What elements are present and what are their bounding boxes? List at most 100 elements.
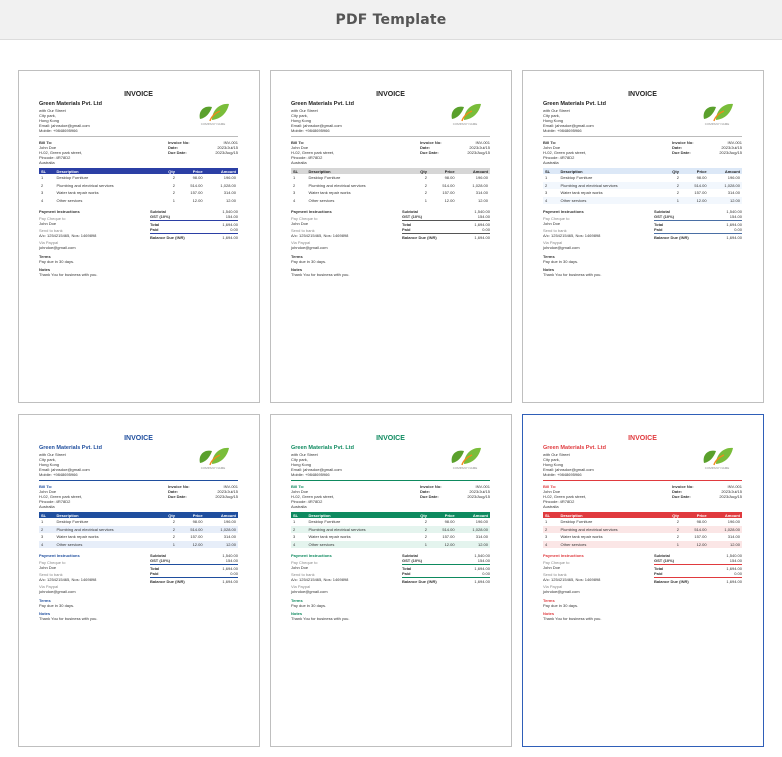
table-row: 1 Desktop Furniture 2 98.00 196.00 <box>291 174 490 182</box>
terms-notes: Terms Pay due in 30 days. Notes Thank Yo… <box>543 254 602 277</box>
payment-instructions: Payment Instructions Pay Cheque to John … <box>543 209 601 250</box>
leaf-icon <box>451 447 481 466</box>
leaf-icon <box>703 103 733 122</box>
page-title: PDF Template <box>335 11 447 28</box>
table-row: 2 Plumbing and electrical services 2 514.00… <box>543 525 742 533</box>
table-row: 1 Desktop Furniture 2 98.00 196.00 <box>543 174 742 182</box>
table-row: 2 Plumbing and electrical services 2 514.00… <box>291 525 490 533</box>
template-grid: INVOICE Green Materials Pvt. Ltd with Ou… <box>18 70 764 747</box>
bill-to: Bill To: John Doe H-02, Green park stree… <box>543 140 587 165</box>
invoice-meta: Invoice No: INV-001 Date: 2023/Jul/15 Due … <box>420 484 490 499</box>
template-6-card[interactable]: INVOICE Green Materials Pvt. Ltd with Ou… <box>522 414 764 747</box>
company-logo: COMPANY NAME <box>446 443 484 473</box>
table-row: 3 Water tank repair works 2 157.00 314.00 <box>291 189 490 197</box>
logo-caption: COMPANY NAME <box>200 122 226 126</box>
table-row: 3 Water tank repair works 2 157.00 314.00 <box>543 189 742 197</box>
totals: Subtotal 1,540.00 GST (10%) 154.00 Total 1,… <box>150 209 238 240</box>
template-2-card[interactable]: INVOICE Green Materials Pvt. Ltd with Ou… <box>270 70 512 403</box>
table-row: 4 Other services 1 12.00 12.00 <box>543 196 742 204</box>
invoice-preview: INVOICE Green Materials Pvt. Ltd with Ou… <box>291 91 490 277</box>
table-row: 4 Other services 1 12.00 12.00 <box>39 196 238 204</box>
logo-caption: COMPANY NAME <box>452 122 478 126</box>
payment-instructions: Payment Instructions Pay Cheque to John … <box>39 553 97 594</box>
invoice-meta: Invoice No: INV-001 Date: 2023/Jul/15 Due … <box>672 484 742 499</box>
items-table: SL Description Qty Price Amount 1 Desktop… <box>543 168 742 204</box>
invoice-preview: INVOICE Green Materials Pvt. Ltd with Ou… <box>543 435 742 621</box>
terms-notes: Terms Pay due in 30 days. Notes Thank Yo… <box>39 598 98 621</box>
payment-instructions: Payment Instructions Pay Cheque to John … <box>543 553 601 594</box>
logo-caption: COMPANY NAME <box>704 122 730 126</box>
payment-instructions: Payment Instructions Pay Cheque to John … <box>39 209 97 250</box>
table-row: 4 Other services 1 12.00 12.00 <box>291 540 490 548</box>
company-logo: COMPANY NAME <box>446 99 484 129</box>
table-row: 2 Plumbing and electrical services 2 514.00… <box>39 525 238 533</box>
totals: Subtotal 1,540.00 GST (10%) 154.00 Total 1,… <box>654 553 742 584</box>
items-table: SL Description Qty Price Amount 1 Desktop… <box>291 512 490 548</box>
invoice-preview: INVOICE Green Materials Pvt. Ltd with Ou… <box>39 91 238 277</box>
table-row: 4 Other services 1 12.00 12.00 <box>291 196 490 204</box>
terms-notes: Terms Pay due in 30 days. Notes Thank Yo… <box>291 598 350 621</box>
bill-to: Bill To: John Doe H-02, Green park stree… <box>39 484 83 509</box>
terms-notes: Terms Pay due in 30 days. Notes Thank Yo… <box>291 254 350 277</box>
invoice-preview: INVOICE Green Materials Pvt. Ltd with Ou… <box>291 435 490 621</box>
items-table: SL Description Qty Price Amount 1 Desktop… <box>39 512 238 548</box>
table-row: 1 Desktop Furniture 2 98.00 196.00 <box>291 518 490 526</box>
items-table: SL Description Qty Price Amount 1 Desktop… <box>291 168 490 204</box>
leaf-icon <box>199 447 229 466</box>
payment-instructions: Payment Instructions Pay Cheque to John … <box>291 209 349 250</box>
items-table: SL Description Qty Price Amount 1 Desktop… <box>543 512 742 548</box>
divider <box>291 480 490 481</box>
invoice-meta: Invoice No: INV-001 Date: 2023/Jul/15 Due … <box>672 140 742 155</box>
invoice-title: INVOICE <box>628 435 657 442</box>
bill-to: Bill To: John Doe H-02, Green park stree… <box>39 140 83 165</box>
bill-to: Bill To: John Doe H-02, Green park stree… <box>291 484 335 509</box>
logo-caption: COMPANY NAME <box>452 466 478 470</box>
table-row: 3 Water tank repair works 2 157.00 314.00 <box>39 533 238 541</box>
table-row: 2 Plumbing and electrical services 2 514.00… <box>543 181 742 189</box>
invoice-title: INVOICE <box>376 435 405 442</box>
payment-instructions: Payment Instructions Pay Cheque to John … <box>291 553 349 594</box>
totals: Subtotal 1,540.00 GST (10%) 154.00 Total 1,… <box>654 209 742 240</box>
terms-notes: Terms Pay due in 30 days. Notes Thank Yo… <box>39 254 98 277</box>
table-row: 3 Water tank repair works 2 157.00 314.00 <box>39 189 238 197</box>
logo-caption: COMPANY NAME <box>200 466 226 470</box>
invoice-preview: INVOICE Green Materials Pvt. Ltd with Ou… <box>39 435 238 621</box>
company-logo: COMPANY NAME <box>194 443 232 473</box>
invoice-preview: INVOICE Green Materials Pvt. Ltd with Ou… <box>543 91 742 277</box>
company-logo: COMPANY NAME <box>698 443 736 473</box>
leaf-icon <box>703 447 733 466</box>
items-table: SL Description Qty Price Amount 1 Desktop… <box>39 168 238 204</box>
table-row: 4 Other services 1 12.00 12.00 <box>39 540 238 548</box>
table-row: 3 Water tank repair works 2 157.00 314.00 <box>291 533 490 541</box>
invoice-meta: Invoice No: INV-001 Date: 2023/Jul/15 Due … <box>420 140 490 155</box>
company-logo: COMPANY NAME <box>698 99 736 129</box>
divider <box>39 480 238 481</box>
totals: Subtotal 1,540.00 GST (10%) 154.00 Total 1,… <box>402 553 490 584</box>
table-row: 3 Water tank repair works 2 157.00 314.00 <box>543 533 742 541</box>
invoice-title: INVOICE <box>376 91 405 98</box>
divider <box>39 136 238 137</box>
invoice-title: INVOICE <box>124 91 153 98</box>
divider <box>291 136 490 137</box>
terms-notes: Terms Pay due in 30 days. Notes Thank Yo… <box>543 598 602 621</box>
template-3-card[interactable]: INVOICE Green Materials Pvt. Ltd with Ou… <box>522 70 764 403</box>
table-row: 4 Other services 1 12.00 12.00 <box>543 540 742 548</box>
divider <box>543 136 742 137</box>
template-1-card[interactable]: INVOICE Green Materials Pvt. Ltd with Ou… <box>18 70 260 403</box>
invoice-meta: Invoice No: INV-001 Date: 2023/Jul/15 Due … <box>168 140 238 155</box>
template-4-card[interactable]: INVOICE Green Materials Pvt. Ltd with Ou… <box>18 414 260 747</box>
invoice-meta: Invoice No: INV-001 Date: 2023/Jul/15 Due … <box>168 484 238 499</box>
table-row: 1 Desktop Furniture 2 98.00 196.00 <box>39 518 238 526</box>
table-row: 2 Plumbing and electrical services 2 514.00… <box>39 181 238 189</box>
logo-caption: COMPANY NAME <box>704 466 730 470</box>
table-row: 1 Desktop Furniture 2 98.00 196.00 <box>543 518 742 526</box>
bill-to: Bill To: John Doe H-02, Green park stree… <box>291 140 335 165</box>
leaf-icon <box>199 103 229 122</box>
invoice-title: INVOICE <box>124 435 153 442</box>
table-row: 1 Desktop Furniture 2 98.00 196.00 <box>39 174 238 182</box>
totals: Subtotal 1,540.00 GST (10%) 154.00 Total 1,… <box>150 553 238 584</box>
table-row: 2 Plumbing and electrical services 2 514.00… <box>291 181 490 189</box>
leaf-icon <box>451 103 481 122</box>
divider <box>543 480 742 481</box>
template-5-card[interactable]: INVOICE Green Materials Pvt. Ltd with Ou… <box>270 414 512 747</box>
